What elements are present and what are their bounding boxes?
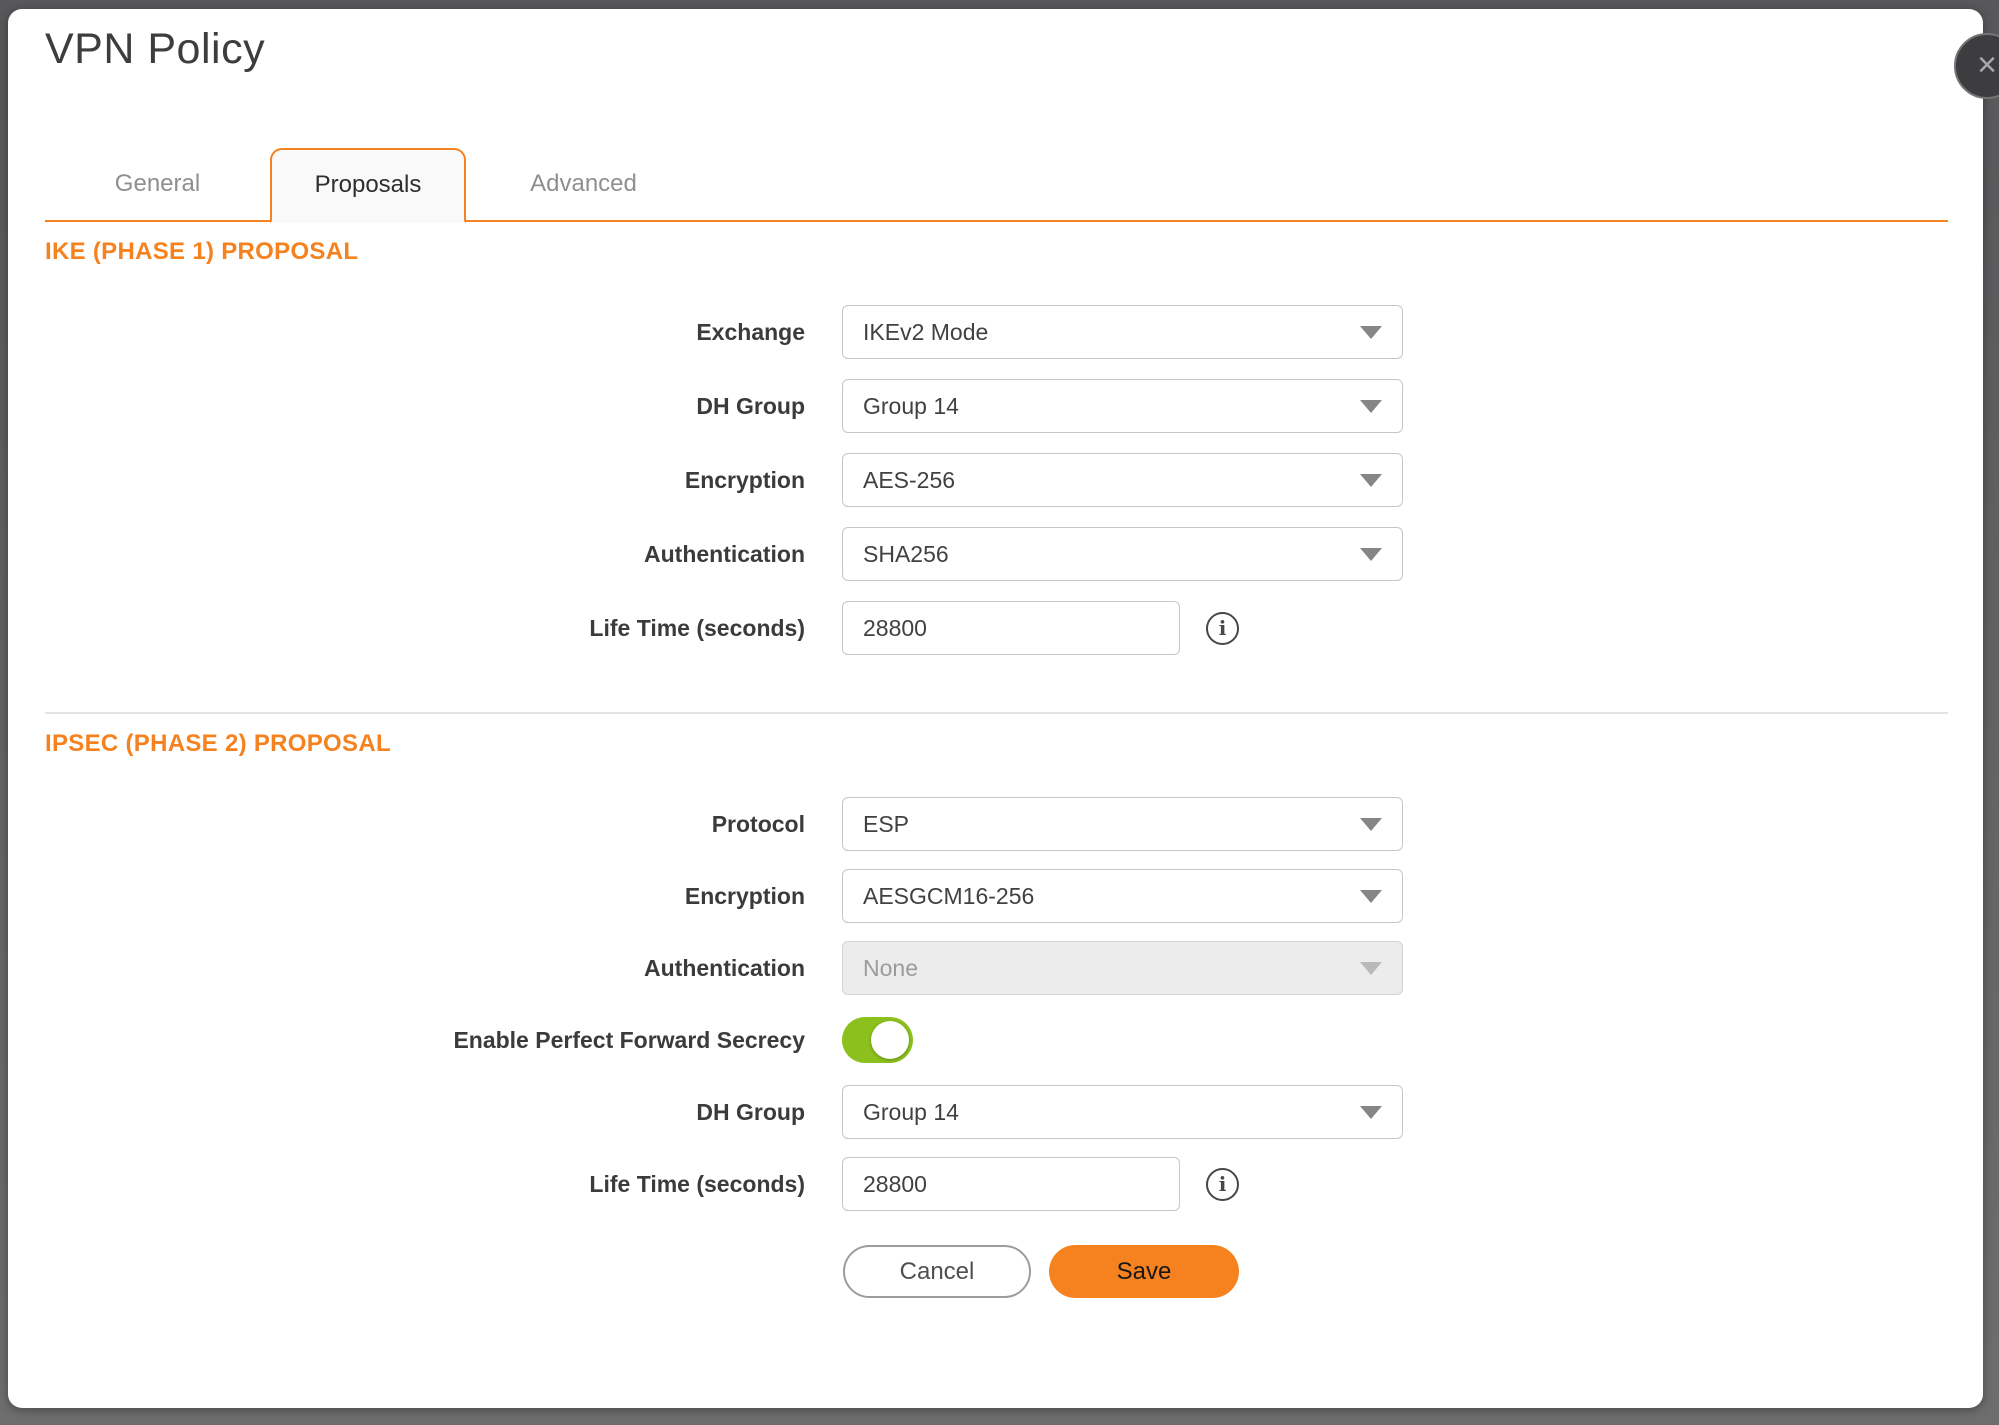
life-time-row: Life Time (seconds) i [8,1157,1983,1211]
encryption-label: Encryption [8,883,805,910]
section-divider [45,712,1948,714]
life-time-label: Life Time (seconds) [8,615,805,642]
dropdown-arrow-icon [1360,1106,1382,1119]
save-button[interactable]: Save [1049,1245,1239,1298]
ipsec-phase2-section: IPSEC (PHASE 2) PROPOSAL Protocol ESP En… [8,730,1983,1229]
pfs-row: Enable Perfect Forward Secrecy [8,1013,1983,1067]
dropdown-arrow-icon [1360,962,1382,975]
dropdown-arrow-icon [1360,400,1382,413]
dh-group-label: DH Group [8,1099,805,1126]
encryption-row: Encryption AES-256 [8,453,1983,507]
encryption-row: Encryption AESGCM16-256 [8,869,1983,923]
pfs-toggle[interactable] [842,1017,913,1063]
tab-bar: General Proposals Advanced [45,148,1948,222]
tab-general[interactable]: General [45,148,270,220]
dh-group-select-value: Group 14 [863,393,959,420]
authentication-row: Authentication None [8,941,1983,995]
tab-proposals[interactable]: Proposals [270,148,466,223]
authentication-label: Authentication [8,541,805,568]
protocol-select[interactable]: ESP [842,797,1403,851]
exchange-label: Exchange [8,319,805,346]
life-time-label: Life Time (seconds) [8,1171,805,1198]
ipsec-encryption-select-value: AESGCM16-256 [863,883,1034,910]
dh-group-row: DH Group Group 14 [8,1085,1983,1139]
ipsec-authentication-select: None [842,941,1403,995]
info-icon[interactable]: i [1206,612,1239,645]
protocol-row: Protocol ESP [8,797,1983,851]
exchange-row: Exchange IKEv2 Mode [8,305,1983,359]
life-time-input[interactable] [842,601,1180,655]
vpn-policy-dialog: VPN Policy General Proposals Advanced IK… [8,9,1983,1408]
protocol-label: Protocol [8,811,805,838]
dh-group-row: DH Group Group 14 [8,379,1983,433]
dropdown-arrow-icon [1360,548,1382,561]
cancel-button[interactable]: Cancel [843,1245,1031,1298]
ipsec-dh-group-select-value: Group 14 [863,1099,959,1126]
encryption-label: Encryption [8,467,805,494]
dh-group-label: DH Group [8,393,805,420]
dropdown-arrow-icon [1360,890,1382,903]
tab-advanced[interactable]: Advanced [466,148,701,220]
dropdown-arrow-icon [1360,326,1382,339]
protocol-select-value: ESP [863,811,909,838]
encryption-select[interactable]: AES-256 [842,453,1403,507]
authentication-label: Authentication [8,955,805,982]
authentication-row: Authentication SHA256 [8,527,1983,581]
exchange-select-value: IKEv2 Mode [863,319,988,346]
dropdown-arrow-icon [1360,818,1382,831]
ipsec-dh-group-select[interactable]: Group 14 [842,1085,1403,1139]
page-title: VPN Policy [45,25,265,74]
ipsec-life-time-input[interactable] [842,1157,1180,1211]
ike-phase1-section: IKE (PHASE 1) PROPOSAL Exchange IKEv2 Mo… [8,238,1983,675]
ipsec-authentication-select-value: None [863,955,918,982]
life-time-row: Life Time (seconds) i [8,601,1983,655]
pfs-label: Enable Perfect Forward Secrecy [8,1027,805,1054]
dropdown-arrow-icon [1360,474,1382,487]
toggle-knob [871,1021,909,1059]
ike-phase1-heading: IKE (PHASE 1) PROPOSAL [45,238,1983,266]
exchange-select[interactable]: IKEv2 Mode [842,305,1403,359]
info-icon[interactable]: i [1206,1168,1239,1201]
encryption-select-value: AES-256 [863,467,955,494]
authentication-select[interactable]: SHA256 [842,527,1403,581]
ipsec-phase2-heading: IPSEC (PHASE 2) PROPOSAL [45,730,1983,758]
footer-actions: Cancel Save [843,1245,1239,1298]
dh-group-select[interactable]: Group 14 [842,379,1403,433]
ipsec-encryption-select[interactable]: AESGCM16-256 [842,869,1403,923]
authentication-select-value: SHA256 [863,541,949,568]
